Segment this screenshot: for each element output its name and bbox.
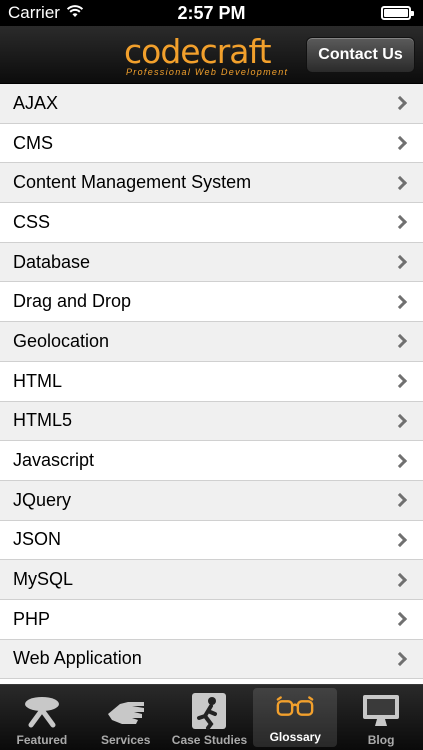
status-bar: Carrier 2:57 PM (0, 0, 423, 26)
tab-label: Glossary (269, 730, 321, 744)
wifi-icon (66, 3, 84, 23)
list-item-label: AJAX (13, 92, 59, 113)
logo-text-code: code (124, 32, 201, 71)
chevron-right-icon (392, 294, 408, 309)
list-item[interactable]: JQuery (0, 480, 423, 521)
glasses-icon (275, 688, 315, 728)
list-item[interactable]: JSON (0, 520, 423, 561)
tab-blog[interactable]: Blog (339, 685, 423, 750)
chevron-right-icon (392, 532, 408, 547)
chevron-right-icon (392, 651, 408, 667)
list-item[interactable]: PHP (0, 599, 423, 640)
list-item-label: PHP (13, 608, 51, 629)
status-left: Carrier (8, 3, 84, 23)
featured-icon (22, 691, 62, 731)
list-item[interactable]: Web Application (0, 639, 423, 680)
chevron-right-icon (392, 334, 408, 349)
list-item[interactable]: Geolocation (0, 322, 423, 362)
chevron-right-icon (392, 453, 408, 468)
list-item[interactable]: Drag and Drop (0, 282, 423, 323)
chevron-right-icon (392, 413, 408, 428)
chevron-right-icon (392, 572, 408, 587)
monitor-icon (361, 691, 401, 731)
list-item[interactable]: Javascript (0, 441, 423, 481)
list-item-label: Web Application (13, 648, 142, 669)
tab-label: Services (101, 733, 151, 747)
chevron-right-icon (392, 255, 408, 270)
list-item[interactable]: CSS (0, 203, 423, 243)
contact-us-button[interactable]: Contact Us (306, 37, 415, 73)
hand-icon (106, 691, 146, 731)
list-item-label: HTML5 (13, 410, 73, 431)
logo-text-craft: craft (199, 32, 272, 71)
chevron-right-icon (392, 175, 408, 190)
glossary-list: AJAX CMS Content Management System CSS D… (0, 84, 423, 684)
battery-icon (381, 6, 414, 20)
tab-services[interactable]: Services (84, 685, 168, 750)
chevron-right-icon (392, 96, 408, 111)
carrier-label: Carrier (8, 3, 60, 22)
tab-label: Blog (367, 733, 395, 747)
list-item[interactable]: HTML5 (0, 401, 423, 442)
list-item-label: CMS (13, 132, 53, 153)
list-item[interactable]: AJAX (0, 84, 423, 124)
list-item-label: JSON (13, 529, 62, 550)
list-item-label: Content Management System (13, 172, 252, 193)
list-item[interactable]: CMS (0, 123, 423, 164)
list-item-label: Javascript (13, 450, 95, 471)
list-item-label: Database (13, 251, 91, 272)
nav-header: codecraft Professional Web Development C… (0, 26, 423, 84)
tab-label: Case Studies (171, 733, 248, 747)
person-icon (189, 691, 229, 731)
chevron-right-icon (392, 215, 408, 230)
list-item-label: HTML (13, 370, 62, 391)
tab-label: Featured (16, 733, 68, 747)
list-item[interactable]: HTML (0, 361, 423, 402)
tab-bar: Featured Services Case Studies Glossary … (0, 684, 423, 750)
list-item-label: Drag and Drop (13, 291, 132, 312)
list-item[interactable]: Database (0, 242, 423, 283)
chevron-right-icon (392, 374, 408, 389)
chevron-right-icon (392, 135, 408, 151)
list-item-label: CSS (13, 211, 51, 232)
list-item[interactable]: MySQL (0, 560, 423, 600)
chevron-right-icon (392, 612, 408, 627)
tab-case-studies[interactable]: Case Studies (168, 685, 252, 750)
tab-glossary[interactable]: Glossary (253, 688, 338, 747)
codecraft-logo: codecraft Professional Web Development (124, 34, 294, 78)
logo-tagline: Professional Web Development (126, 67, 289, 77)
list-item-label: JQuery (13, 489, 72, 510)
chevron-right-icon (392, 493, 408, 508)
list-item-label: Geolocation (13, 330, 110, 351)
tab-featured[interactable]: Featured (0, 685, 84, 750)
list-item[interactable]: Content Management System (0, 163, 423, 204)
list-item-label: MySQL (13, 569, 74, 590)
